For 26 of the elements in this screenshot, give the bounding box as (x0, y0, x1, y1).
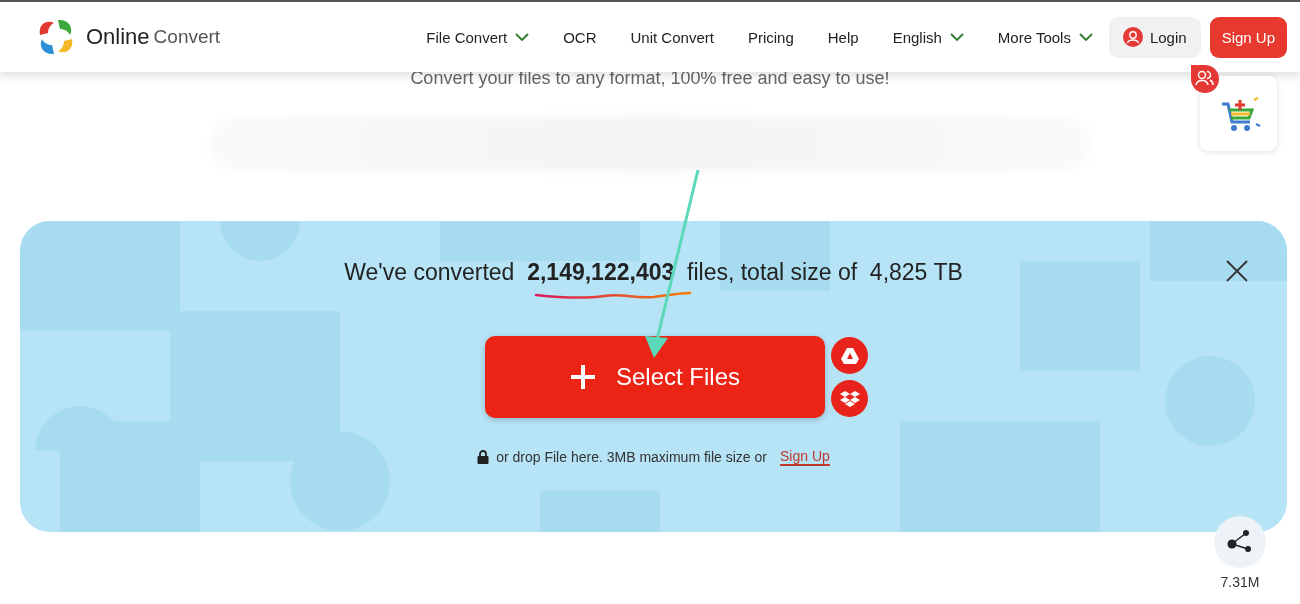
logo-text: Convert (153, 26, 221, 48)
drive-icon (839, 346, 860, 365)
logo-text: Online (86, 24, 150, 50)
share-count: 7.31M (1220, 574, 1260, 590)
nav-link[interactable]: More Tools (997, 28, 1093, 46)
nav-link[interactable]: Help (827, 28, 859, 46)
drop-hint: or drop File here. 3MB maximum file size or (496, 449, 767, 465)
nav-link[interactable]: Pricing (747, 28, 794, 46)
nav-link[interactable]: File Convert (426, 28, 530, 46)
close-button[interactable] (1225, 259, 1249, 283)
cart-card[interactable] (1200, 76, 1277, 151)
close-icon (1225, 259, 1249, 283)
share-button[interactable] (1214, 516, 1266, 568)
plus-icon (569, 364, 596, 390)
user-icon (1122, 27, 1143, 47)
nav-link[interactable]: English (892, 28, 964, 46)
share-icon (1226, 529, 1254, 555)
select-files-button[interactable]: Select Files (485, 336, 825, 418)
nav-link[interactable]: OCR (563, 28, 597, 46)
lock-icon (477, 450, 490, 464)
signup-link[interactable]: Sign Up (779, 448, 830, 466)
signup-button[interactable]: Sign Up (1209, 16, 1287, 58)
conversion-stats: We've converted 2,149,122,403 files, total size of 4,825 TB (344, 259, 963, 285)
nav-link[interactable]: Unit Convert (630, 28, 714, 46)
login-button[interactable]: Login (1108, 16, 1201, 58)
dropbox-icon (839, 389, 860, 408)
